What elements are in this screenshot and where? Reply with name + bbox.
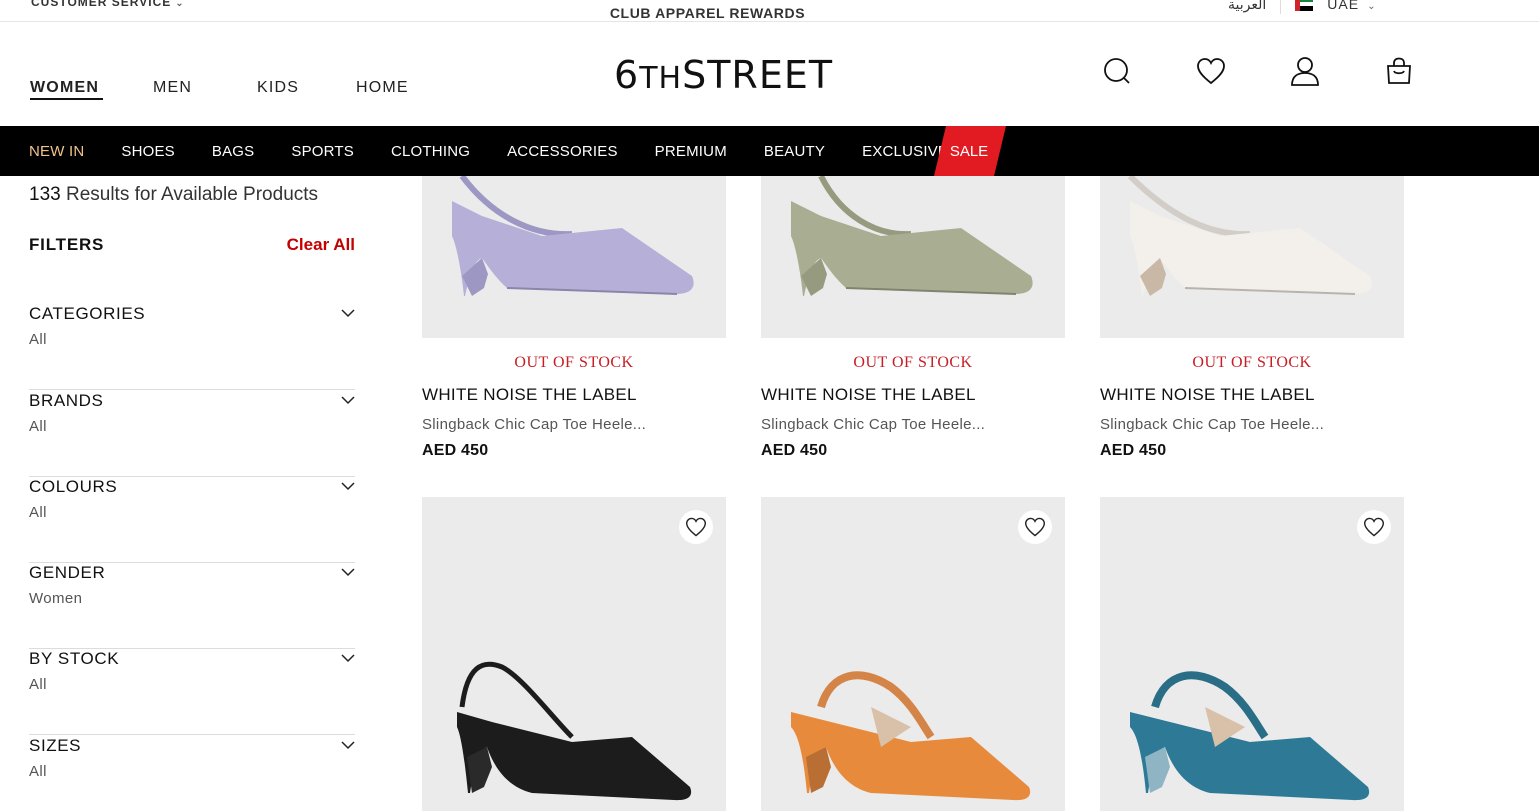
nav-item-bags[interactable]: BAGS [212,143,254,160]
filter-brands[interactable]: BRANDS All [29,391,355,477]
wishlist-button[interactable] [1357,510,1391,544]
product-description: Slingback Chic Cap Toe Heele... [761,416,986,433]
locale-switcher: العربية UAE ⌄ [1228,0,1376,14]
filters-header: FILTERS Clear All [29,235,355,255]
wishlist-heart-icon[interactable] [1196,56,1226,86]
chevron-down-icon [341,396,355,405]
filter-gender[interactable]: GENDER Women [29,563,355,649]
divider [1280,0,1282,14]
account-user-icon[interactable] [1290,56,1320,86]
country-select[interactable]: UAE ⌄ [1327,0,1376,12]
stock-status: OUT OF STOCK [853,354,973,371]
result-count: 133 [29,184,61,205]
heart-icon [1024,517,1046,537]
results-summary: 133 Results for Available Products [29,184,318,206]
filter-name: COLOURS [29,477,118,496]
filter-value: All [29,331,47,348]
product-image[interactable] [1100,497,1404,811]
filter-value: All [29,676,47,693]
nav-item-shoes[interactable]: SHOES [121,143,175,160]
product-price: AED 450 [422,442,489,459]
filters-title: FILTERS [29,235,105,254]
product-image[interactable] [422,176,726,338]
filter-value: All [29,418,47,435]
product-brand: WHITE NOISE THE LABEL [1100,385,1315,404]
filter-value: All [29,504,47,521]
chevron-down-icon [341,482,355,491]
filter-value: All [29,763,47,780]
product-card[interactable] [761,497,1065,811]
site-logo[interactable]: 6THSTREET [614,53,833,97]
header-actions [1102,56,1414,86]
chevron-down-icon [341,568,355,577]
chevron-down-icon [341,741,355,750]
chevron-down-icon [341,654,355,663]
nav-item-accessories[interactable]: ACCESSORIES [507,143,618,160]
filter-sizes[interactable]: SIZES All [29,736,355,811]
nav-item-exclusive[interactable]: EXCLUSIVE [862,143,948,160]
gender-tab-home[interactable]: HOME [356,79,409,100]
filter-name: CATEGORIES [29,304,146,323]
heart-icon [1363,517,1385,537]
product-card[interactable] [422,497,726,811]
product-price: AED 450 [761,442,828,459]
utility-bar: CUSTOMER SERVICE ⌄ CLUB APPAREL REWARDS ا… [0,0,1539,22]
stock-status: OUT OF STOCK [514,354,634,371]
filter-categories[interactable]: CATEGORIES All [29,304,355,390]
gender-tab-women[interactable]: WOMEN [30,79,103,100]
nav-item-sale[interactable]: SALE [934,126,1006,176]
heart-icon [685,517,707,537]
nav-item-premium[interactable]: PREMIUM [655,143,727,160]
country-label: UAE [1327,0,1360,12]
search-icon[interactable] [1102,56,1132,86]
product-image[interactable] [761,176,1065,338]
logo-digit: 6 [614,53,640,97]
chevron-down-icon [341,309,355,318]
product-description: Slingback Chic Cap Toe Heele... [422,416,647,433]
filter-name: BY STOCK [29,649,120,668]
shopping-bag-icon[interactable] [1384,56,1414,86]
filter-colours[interactable]: COLOURS All [29,477,355,563]
product-brand: WHITE NOISE THE LABEL [422,385,637,404]
product-brand: WHITE NOISE THE LABEL [761,385,976,404]
nav-item-sports[interactable]: SPORTS [291,143,354,160]
product-price: AED 450 [1100,442,1167,459]
gender-tab-men[interactable]: MEN [153,79,207,100]
chevron-down-icon: ⌄ [1367,1,1377,12]
language-link[interactable]: العربية [1228,0,1266,13]
filter-name: BRANDS [29,391,104,410]
product-card[interactable]: OUT OF STOCK WHITE NOISE THE LABEL Sling… [422,176,726,460]
logo-superscript: TH [639,61,683,96]
stock-status: OUT OF STOCK [1192,354,1312,371]
rewards-link[interactable]: CLUB APPAREL REWARDS [0,5,1415,21]
product-description: Slingback Chic Cap Toe Heele... [1100,416,1325,433]
site-header: WOMEN MEN KIDS HOME 6THSTREET [0,23,1539,126]
result-text: Results for Available Products [60,184,319,205]
uae-flag-icon [1295,0,1314,11]
nav-item-beauty[interactable]: BEAUTY [764,143,825,160]
gender-tab-kids[interactable]: KIDS [257,79,306,100]
category-nav: NEW IN SHOES BAGS SPORTS CLOTHING ACCESS… [0,126,1539,176]
filter-name: GENDER [29,563,106,582]
product-image[interactable] [422,497,726,811]
product-card[interactable]: OUT OF STOCK WHITE NOISE THE LABEL Sling… [1100,176,1404,460]
product-card[interactable] [1100,497,1404,811]
filter-name: SIZES [29,736,82,755]
gender-nav: WOMEN MEN KIDS HOME [30,79,409,100]
nav-item-clothing[interactable]: CLOTHING [391,143,470,160]
wishlist-button[interactable] [679,510,713,544]
nav-item-new-in[interactable]: NEW IN [29,143,84,160]
wishlist-button[interactable] [1018,510,1052,544]
filter-by-stock[interactable]: BY STOCK All [29,649,355,735]
product-card[interactable]: OUT OF STOCK WHITE NOISE THE LABEL Sling… [761,176,1065,460]
clear-all-button[interactable]: Clear All [287,235,355,255]
logo-word: STREET [682,53,834,97]
product-image[interactable] [761,497,1065,811]
filter-value: Women [29,590,83,607]
product-image[interactable] [1100,176,1404,338]
category-nav-items: NEW IN SHOES BAGS SPORTS CLOTHING ACCESS… [29,126,985,176]
